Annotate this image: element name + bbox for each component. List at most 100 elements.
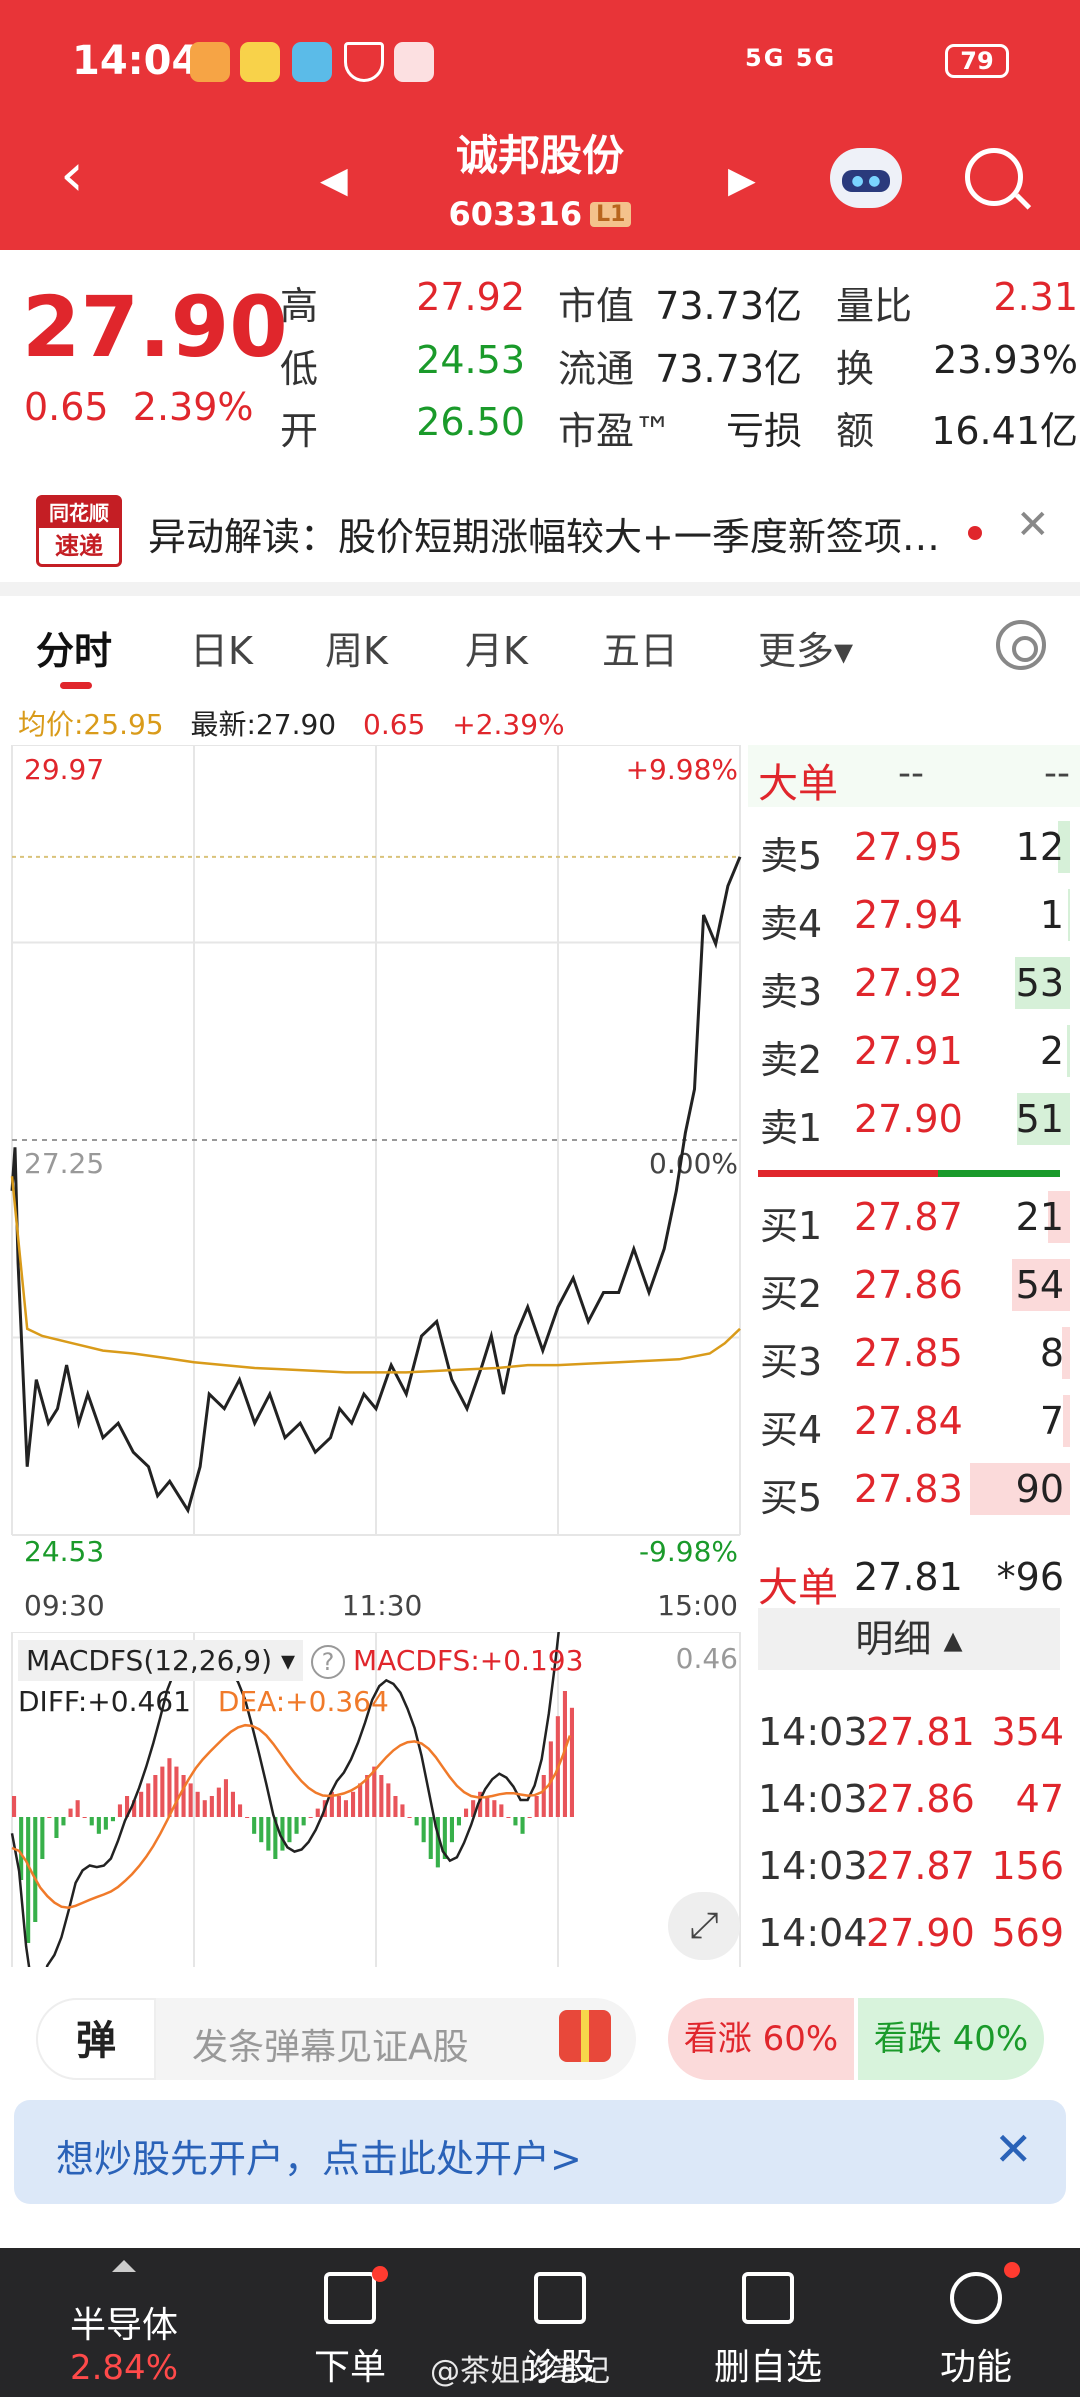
- macd-bar: [202, 1800, 207, 1817]
- level-label: 买4: [760, 1408, 823, 1452]
- danmaku-badge[interactable]: 弹: [36, 1998, 156, 2080]
- ask-row[interactable]: 卖4 27.94 1: [748, 883, 1080, 946]
- macd-bar: [259, 1817, 264, 1843]
- close-icon[interactable]: ✕: [994, 2122, 1033, 2176]
- level-price: 27.87: [854, 1195, 963, 1239]
- time-end-label: 15:00: [657, 1589, 738, 1622]
- turnover-value: 23.93%: [933, 338, 1078, 382]
- tab-intraday[interactable]: 分时: [36, 620, 112, 675]
- level-label: 卖5: [760, 834, 823, 878]
- tab-more[interactable]: 更多▾: [758, 620, 853, 675]
- level-price: 27.94: [854, 893, 963, 937]
- tab-five-day[interactable]: 五日: [602, 620, 678, 675]
- nav-functions[interactable]: 功能: [886, 2248, 1066, 2397]
- low-value: 24.53: [416, 338, 525, 382]
- nav-sector[interactable]: 半导体 2.84%: [34, 2248, 214, 2397]
- search-icon[interactable]: [965, 148, 1023, 206]
- turnover-label: 换: [836, 347, 875, 391]
- macd-bar: [89, 1817, 94, 1826]
- tab-weekly-k[interactable]: 周K: [325, 620, 388, 675]
- nav-remove-label: 删自选: [713, 2347, 822, 2388]
- amount-label: 额: [836, 409, 875, 453]
- macd-bar: [513, 1817, 518, 1826]
- macd-bar: [117, 1804, 122, 1817]
- top-pct-label: +9.98%: [626, 753, 738, 786]
- level-volume: 21: [1015, 1195, 1064, 1239]
- chart-legend: 均价:25.95 最新:27.90 0.65 +2.39%: [0, 703, 745, 745]
- news-text[interactable]: 异动解读：股价短期涨幅较大+一季度新签项…: [148, 506, 968, 561]
- unread-dot-icon: [968, 526, 982, 540]
- high-label: 高: [280, 284, 319, 328]
- bullish-vote-button[interactable]: 看涨 60%: [668, 1998, 854, 2080]
- level-volume: 54: [1015, 1263, 1064, 1307]
- shield-icon: [344, 42, 384, 82]
- ask-row[interactable]: 卖5 27.95 12: [748, 815, 1080, 878]
- mid-pct-label: 0.00%: [649, 1147, 738, 1180]
- order-book-header: 大单 -- --: [748, 745, 1080, 807]
- macd-bar: [485, 1796, 490, 1817]
- big-trade-label: 大单: [758, 1565, 838, 1611]
- nav-order-label: 下单: [313, 2347, 386, 2388]
- news-logo-top: 同花顺: [39, 498, 119, 528]
- ask-row[interactable]: 卖2 27.91 2: [748, 1019, 1080, 1082]
- tab-daily-k[interactable]: 日K: [190, 620, 253, 675]
- nav-order[interactable]: 下单: [260, 2248, 440, 2397]
- bearish-vote-button[interactable]: 看跌 40%: [858, 1998, 1044, 2080]
- trade-volume: 569: [991, 1911, 1064, 1955]
- gift-icon[interactable]: [559, 2010, 611, 2062]
- macd-bar: [266, 1817, 271, 1851]
- expand-chart-button[interactable]: ⤢: [668, 1892, 740, 1960]
- macd-bar: [245, 1817, 250, 1818]
- level-price: 27.92: [854, 961, 963, 1005]
- volratio-label: 量比: [836, 284, 913, 328]
- bid-row[interactable]: 买3 27.85 8: [748, 1321, 1080, 1384]
- trade-volume: 354: [991, 1710, 1064, 1754]
- robot-assistant-icon[interactable]: [830, 148, 902, 208]
- level-volume: 90: [1015, 1467, 1064, 1511]
- avg-price-legend: 均价:25.95: [18, 708, 164, 741]
- news-ticker[interactable]: 同花顺 速递 异动解读：股价短期涨幅较大+一季度新签项… ✕: [0, 490, 1080, 575]
- macd-bar: [103, 1817, 108, 1830]
- bid-row[interactable]: 买5 27.83 90: [748, 1457, 1080, 1520]
- big-trade-vol: *96: [996, 1555, 1064, 1599]
- bid-row[interactable]: 买2 27.86 54: [748, 1253, 1080, 1316]
- promo-text[interactable]: 想炒股先开户，点击此处开户>: [56, 2128, 582, 2183]
- section-divider: [0, 582, 1080, 596]
- macd-bar: [569, 1707, 574, 1817]
- nav-remove-watchlist[interactable]: 删自选: [678, 2248, 858, 2397]
- level-label: 卖1: [760, 1106, 823, 1150]
- macd-name[interactable]: MACDFS(12,26,9) ▾: [18, 1640, 304, 1681]
- settings-icon[interactable]: [996, 620, 1046, 670]
- help-icon[interactable]: ?: [311, 1645, 346, 1679]
- danmaku-input[interactable]: 发条弹幕见证A股: [192, 2018, 469, 2070]
- close-icon[interactable]: ✕: [1016, 502, 1050, 548]
- amount-value: 16.41亿: [931, 409, 1078, 453]
- trade-time: 14:03: [758, 1844, 868, 1888]
- macd-bar: [464, 1808, 469, 1817]
- ask-row[interactable]: 卖3 27.92 53: [748, 951, 1080, 1014]
- ask-row[interactable]: 卖1 27.90 51: [748, 1087, 1080, 1150]
- bid-row[interactable]: 买4 27.84 7: [748, 1389, 1080, 1452]
- bid-row[interactable]: 买1 27.87 21: [748, 1185, 1080, 1248]
- level-label: 买5: [760, 1476, 823, 1520]
- trade-detail-button[interactable]: 明细 ▴: [758, 1608, 1060, 1670]
- macd-bar: [407, 1817, 412, 1818]
- nav-functions-label: 功能: [939, 2347, 1012, 2388]
- next-stock-button[interactable]: ▶: [728, 160, 756, 201]
- mktcap-value: 73.73亿: [655, 284, 802, 328]
- remove-watchlist-icon: [742, 2272, 794, 2324]
- trade-row: 14:03 27.81 354: [748, 1700, 1080, 1762]
- open-account-banner[interactable]: 想炒股先开户，点击此处开户> ✕: [14, 2100, 1066, 2204]
- level-label: 卖2: [760, 1038, 823, 1082]
- macd-bar: [252, 1817, 257, 1834]
- header-bar: 14:04 5G 5G 79 ‹ ◀ 诚邦股份 603316 L1 ▶: [0, 0, 1080, 250]
- chart-tabs: 分时 日K 周K 月K 五日 更多▾: [0, 610, 1080, 690]
- macd-bar: [287, 1817, 292, 1843]
- diagnose-icon: [534, 2272, 586, 2324]
- macd-bar: [230, 1791, 235, 1817]
- trade-time: 14:03: [758, 1710, 868, 1754]
- macd-bar: [456, 1817, 461, 1826]
- intraday-chart[interactable]: 29.97 27.25 24.53 +9.98% 0.00% -9.98% 09…: [0, 745, 745, 1625]
- tab-monthly-k[interactable]: 月K: [465, 620, 528, 675]
- macd-bar: [358, 1783, 363, 1817]
